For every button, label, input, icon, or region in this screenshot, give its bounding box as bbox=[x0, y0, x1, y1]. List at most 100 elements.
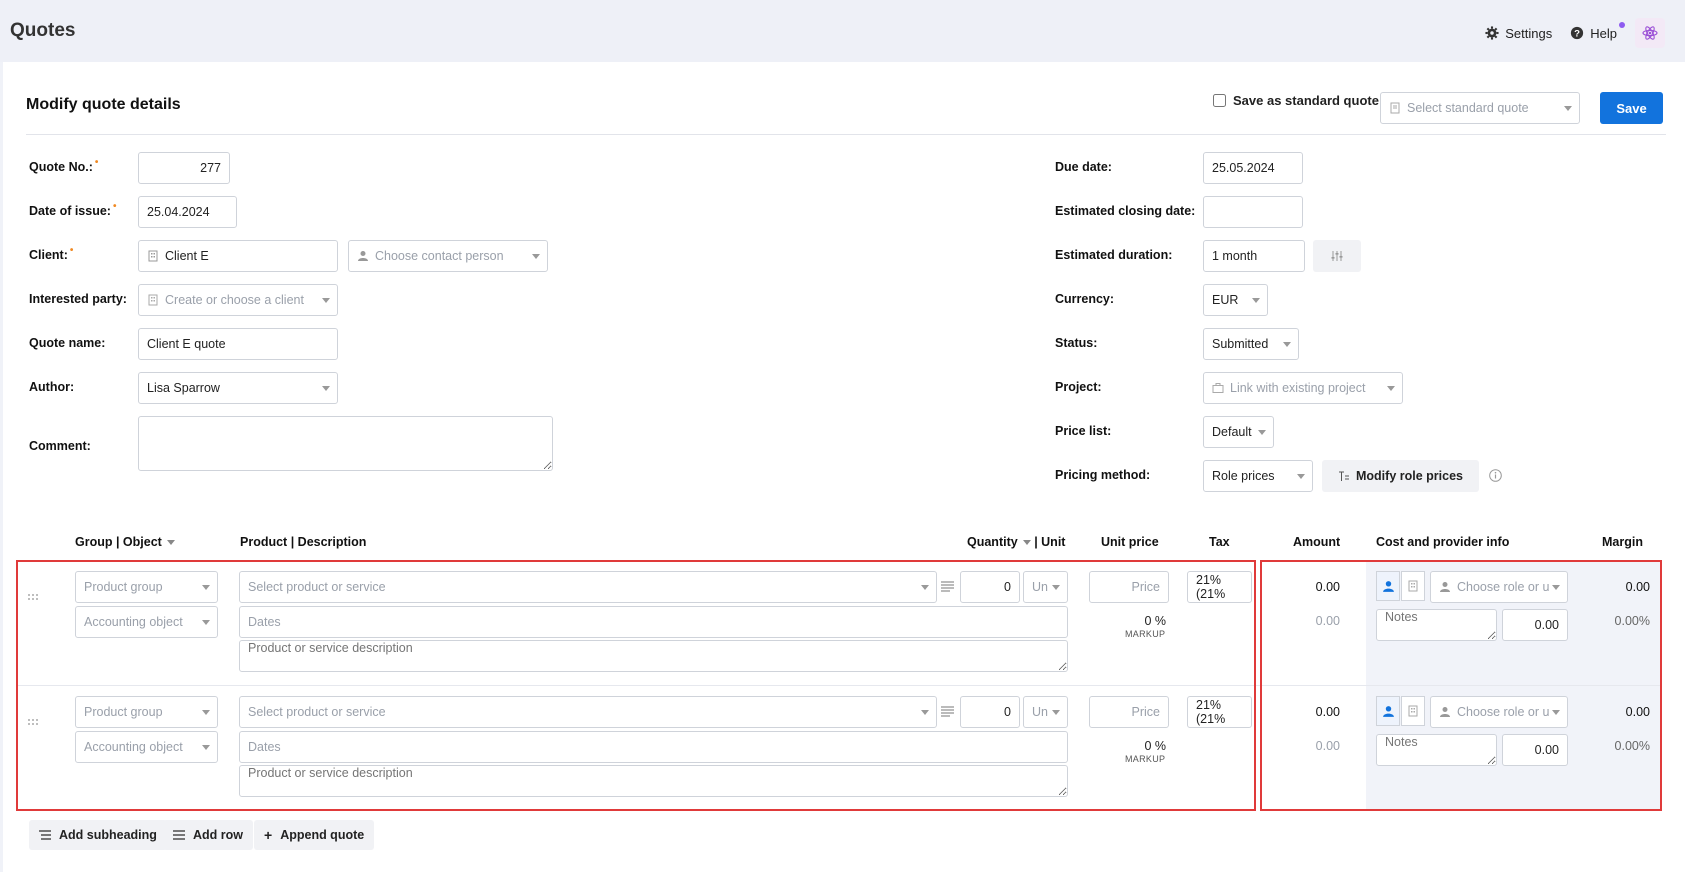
drag-handle-icon[interactable] bbox=[27, 594, 39, 600]
select-standard-quote-dropdown[interactable]: Select standard quote bbox=[1380, 92, 1580, 124]
role-dropdown[interactable]: Choose role or u bbox=[1430, 696, 1568, 728]
add-subheading-button[interactable]: Add subheading bbox=[29, 820, 167, 850]
currency-label: Currency: bbox=[1055, 292, 1115, 306]
drag-handle-icon[interactable] bbox=[27, 719, 39, 725]
save-button[interactable]: Save bbox=[1600, 92, 1663, 124]
chevron-down-icon bbox=[202, 745, 210, 750]
modify-role-prices-button[interactable]: Modify role prices bbox=[1322, 460, 1479, 492]
col-product-description: Product | Description bbox=[240, 535, 367, 549]
chevron-down-icon bbox=[1283, 342, 1291, 347]
person-icon bbox=[358, 251, 368, 261]
person-toggle-button[interactable] bbox=[1376, 571, 1400, 601]
description-textarea[interactable] bbox=[239, 640, 1068, 672]
cost-input[interactable]: 0.00 bbox=[1502, 609, 1568, 641]
building-icon bbox=[1408, 705, 1418, 717]
col-quantity[interactable]: Quantity | Unit bbox=[967, 535, 1065, 549]
description-textarea[interactable] bbox=[239, 765, 1068, 797]
product-placeholder: Select product or service bbox=[248, 705, 386, 719]
help-link[interactable]: ? Help bbox=[1570, 21, 1625, 41]
accounting-object-dropdown[interactable]: Accounting object bbox=[75, 731, 218, 763]
save-as-standard-label: Save as standard quote bbox=[1233, 93, 1379, 108]
quantity-input[interactable]: 0 bbox=[960, 696, 1020, 728]
client-input[interactable]: Client E bbox=[138, 240, 338, 272]
project-dropdown[interactable]: Link with existing project bbox=[1203, 372, 1403, 404]
chevron-down-icon bbox=[1022, 540, 1031, 546]
col-tax: Tax bbox=[1209, 535, 1230, 549]
tax-dropdown[interactable]: 21% (21% bbox=[1187, 571, 1252, 603]
provider-toggle-button[interactable] bbox=[1401, 696, 1425, 726]
info-icon[interactable] bbox=[1489, 469, 1502, 482]
client-label: Client: bbox=[29, 248, 71, 262]
accounting-object-dropdown[interactable]: Accounting object bbox=[75, 606, 218, 638]
append-quote-label: Append quote bbox=[280, 828, 365, 842]
append-quote-button[interactable]: + Append quote bbox=[254, 820, 375, 850]
col-amount: Amount bbox=[1293, 535, 1341, 549]
date-of-issue-input[interactable]: 25.04.2024 bbox=[138, 196, 237, 228]
unit-price-input[interactable]: Price bbox=[1089, 696, 1169, 728]
pricing-method-dropdown[interactable]: Role prices bbox=[1203, 460, 1313, 492]
interested-party-dropdown[interactable]: Create or choose a client bbox=[138, 284, 338, 316]
settings-link[interactable]: Settings bbox=[1485, 26, 1552, 41]
product-dropdown[interactable]: Select product or service bbox=[239, 571, 937, 603]
chevron-down-icon bbox=[1564, 106, 1572, 111]
markup-label: MARKUP bbox=[1125, 754, 1166, 764]
page-title: Modify quote details bbox=[26, 96, 181, 113]
role-placeholder: Choose role or u bbox=[1457, 580, 1550, 594]
document-icon bbox=[1390, 102, 1400, 114]
chevron-down-icon bbox=[202, 620, 210, 625]
duration-settings-button[interactable] bbox=[1313, 240, 1361, 272]
app-title: Quotes bbox=[10, 20, 76, 41]
unit-dropdown[interactable]: Un bbox=[1023, 696, 1068, 728]
unit-dropdown[interactable]: Un bbox=[1023, 571, 1068, 603]
role-dropdown[interactable]: Choose role or u bbox=[1430, 571, 1568, 603]
interested-party-label: Interested party: bbox=[29, 292, 127, 306]
role-prices-icon bbox=[1339, 471, 1349, 481]
add-row-button[interactable]: Add row bbox=[163, 820, 253, 850]
col-group-object[interactable]: Group | Object bbox=[75, 535, 175, 549]
comment-textarea[interactable] bbox=[138, 416, 553, 471]
quantity-input[interactable]: 0 bbox=[960, 571, 1020, 603]
cost-input[interactable]: 0.00 bbox=[1502, 734, 1568, 766]
product-group-dropdown[interactable]: Product group bbox=[75, 696, 218, 728]
author-dropdown[interactable]: Lisa Sparrow bbox=[138, 372, 338, 404]
notes-textarea[interactable] bbox=[1376, 609, 1497, 641]
estimated-duration-input[interactable]: 1 month bbox=[1203, 240, 1305, 272]
dates-input[interactable]: Dates bbox=[239, 731, 1068, 763]
chevron-down-icon bbox=[1552, 710, 1560, 715]
contact-person-dropdown[interactable]: Choose contact person bbox=[348, 240, 548, 272]
chevron-down-icon bbox=[1052, 585, 1060, 590]
provider-toggle-button[interactable] bbox=[1401, 571, 1425, 601]
amount-value: 0.00 bbox=[1315, 705, 1340, 719]
dates-input[interactable]: Dates bbox=[239, 606, 1068, 638]
person-icon bbox=[1440, 707, 1450, 717]
chevron-down-icon bbox=[921, 710, 929, 715]
person-icon bbox=[1440, 582, 1450, 592]
product-group-dropdown[interactable]: Product group bbox=[75, 571, 218, 603]
due-date-label: Due date: bbox=[1055, 160, 1112, 174]
tax-dropdown[interactable]: 21% (21% bbox=[1187, 696, 1252, 728]
save-as-standard-checkbox[interactable] bbox=[1213, 94, 1226, 107]
lines-icon[interactable] bbox=[941, 581, 954, 592]
person-toggle-button[interactable] bbox=[1376, 696, 1400, 726]
currency-dropdown[interactable]: EUR bbox=[1203, 284, 1268, 316]
quote-no-input[interactable]: 277 bbox=[138, 152, 230, 184]
estimated-closing-date-label: Estimated closing date: bbox=[1055, 204, 1196, 218]
unit-price-input[interactable]: Price bbox=[1089, 571, 1169, 603]
svg-text:?: ? bbox=[1574, 29, 1580, 40]
estimated-closing-date-input[interactable] bbox=[1203, 196, 1303, 228]
quote-no-label: Quote No.: bbox=[29, 160, 96, 174]
due-date-input[interactable]: 25.05.2024 bbox=[1203, 152, 1303, 184]
unit-placeholder: Un bbox=[1032, 705, 1048, 719]
account-logo[interactable] bbox=[1635, 18, 1665, 48]
building-icon bbox=[1408, 580, 1418, 592]
price-list-dropdown[interactable]: Default bbox=[1203, 416, 1274, 448]
person-icon bbox=[1382, 580, 1394, 592]
chevron-down-icon bbox=[1387, 386, 1395, 391]
notes-textarea[interactable] bbox=[1376, 734, 1497, 766]
lines-icon[interactable] bbox=[941, 706, 954, 717]
product-dropdown[interactable]: Select product or service bbox=[239, 696, 937, 728]
quote-name-input[interactable]: Client E quote bbox=[138, 328, 338, 360]
status-dropdown[interactable]: Submitted bbox=[1203, 328, 1299, 360]
save-as-standard-checkbox-row[interactable]: Save as standard quote bbox=[1213, 93, 1379, 108]
accounting-object-placeholder: Accounting object bbox=[84, 740, 183, 754]
